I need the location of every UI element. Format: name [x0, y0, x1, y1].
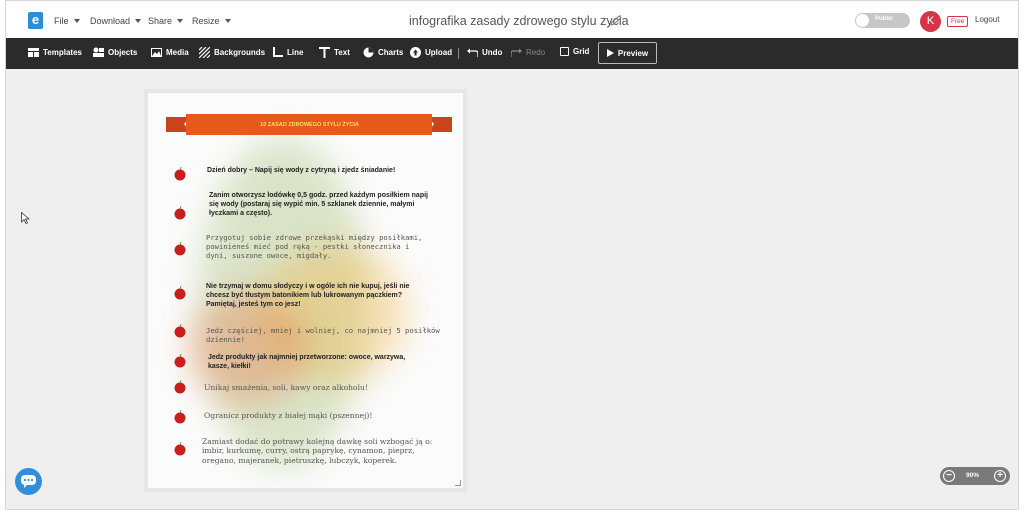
apple-icon: [174, 324, 186, 338]
infographic-page[interactable]: 10 ZASAD ZDROWEGO STYLU ŻYCIA Dzień dobr…: [144, 89, 467, 492]
backgrounds-icon: [199, 47, 210, 58]
apple-icon: [174, 286, 186, 300]
undo-label: Undo: [482, 48, 503, 57]
apple-icon: [174, 242, 186, 256]
zoom-level: 90%: [966, 472, 980, 479]
share-menu[interactable]: Share: [148, 16, 184, 26]
public-toggle[interactable]: Public: [855, 13, 910, 28]
rule-text[interactable]: Przygotuj sobie zdrowe przekąski między …: [206, 233, 426, 260]
preview-label: Preview: [617, 48, 649, 58]
apple-icon: [174, 167, 186, 181]
objects-icon: [93, 47, 104, 57]
media-button[interactable]: Media: [151, 47, 189, 58]
logo-icon[interactable]: e: [28, 12, 43, 29]
cursor-icon: [21, 212, 30, 224]
resize-menu[interactable]: Resize: [192, 16, 231, 26]
avatar[interactable]: K: [920, 11, 941, 32]
upload-label: Upload: [425, 48, 453, 57]
zoom-in-icon[interactable]: +: [994, 470, 1006, 482]
editor-window: e File Download Share Resize infografika…: [5, 0, 1019, 510]
backgrounds-button[interactable]: Backgrounds: [199, 47, 265, 58]
line-button[interactable]: Line: [272, 47, 303, 58]
grid-checkbox[interactable]: [560, 47, 569, 56]
undo-button[interactable]: Undo: [467, 47, 502, 58]
chat-button[interactable]: [15, 468, 42, 495]
zoom-control: − 90% +: [940, 467, 1010, 485]
public-toggle-label: Public: [875, 16, 894, 22]
text-label: Text: [334, 48, 350, 57]
templates-icon: [28, 48, 39, 57]
top-bar: e File Download Share Resize infografika…: [6, 1, 1018, 38]
chat-icon: [21, 475, 36, 488]
upload-icon: [410, 47, 421, 58]
backgrounds-label: Backgrounds: [214, 48, 266, 57]
document-title[interactable]: infografika zasady zdrowego stylu zycia: [409, 14, 629, 28]
redo-button[interactable]: Redo: [511, 47, 545, 58]
rule-text[interactable]: Unikaj smażenia, soli, kawy oraz alkohol…: [204, 383, 434, 392]
apple-icon: [174, 442, 186, 456]
rule-text[interactable]: Zanim otworzysz lodówkę 0,5 godz. przed …: [209, 192, 429, 218]
text-icon: [319, 47, 330, 58]
rule-text[interactable]: Jedz częściej, mniej i wolniej, co najmn…: [206, 326, 446, 344]
rule-text[interactable]: Jedz produkty jak najmniej przetworzone:…: [208, 354, 428, 372]
apple-icon: [174, 380, 186, 394]
rule-text[interactable]: Zamiast dodać do potrawy kolejną dawkę s…: [202, 437, 442, 465]
file-menu[interactable]: File: [54, 16, 80, 26]
plan-badge[interactable]: Free: [947, 16, 969, 27]
chevron-down-icon: [135, 19, 142, 23]
objects-button[interactable]: Objects: [93, 47, 137, 58]
logout-link[interactable]: Logout: [975, 15, 999, 24]
templates-label: Templates: [43, 48, 82, 57]
text-button[interactable]: Text: [319, 47, 350, 58]
redo-icon: [511, 48, 522, 57]
toolbar: Templates Objects Media Backgrounds Line…: [6, 38, 1018, 69]
pencil-icon[interactable]: [609, 15, 623, 27]
play-icon: [606, 49, 614, 57]
undo-icon: [467, 48, 478, 57]
templates-button[interactable]: Templates: [28, 47, 82, 58]
media-label: Media: [166, 48, 189, 57]
grid-toggle[interactable]: Grid: [560, 47, 589, 56]
file-menu-label: File: [54, 16, 69, 26]
apple-icon: [174, 410, 186, 424]
grid-label: Grid: [573, 47, 590, 56]
rule-text[interactable]: Ogranicz produkty z białej mąki (pszenne…: [204, 411, 434, 420]
line-label: Line: [287, 48, 304, 57]
chevron-down-icon: [224, 19, 231, 23]
redo-label: Redo: [526, 48, 546, 57]
rule-text[interactable]: Nie trzymaj w domu słodyczy i w ogóle ic…: [206, 283, 426, 309]
upload-button[interactable]: Upload: [410, 47, 452, 58]
zoom-out-icon[interactable]: −: [943, 470, 955, 482]
rule-text[interactable]: Dzień dobry – Napij się wody z cytryną i…: [207, 167, 447, 176]
pie-chart-icon: [363, 47, 374, 58]
toolbar-divider: [458, 48, 459, 59]
apple-icon: [174, 206, 186, 220]
download-menu-label: Download: [90, 16, 131, 26]
charts-button[interactable]: Charts: [363, 47, 403, 58]
line-icon: [273, 47, 283, 57]
apple-icon: [174, 354, 186, 368]
resize-handle[interactable]: [455, 480, 461, 486]
download-menu[interactable]: Download: [90, 16, 142, 26]
chevron-down-icon: [177, 19, 184, 23]
preview-button[interactable]: Preview: [598, 42, 657, 64]
charts-label: Charts: [378, 48, 404, 57]
share-menu-label: Share: [148, 16, 173, 26]
toggle-knob: [856, 14, 869, 27]
image-icon: [151, 48, 162, 57]
banner-title: 10 ZASAD ZDROWEGO STYLU ŻYCIA: [260, 122, 359, 128]
resize-menu-label: Resize: [192, 16, 220, 26]
objects-label: Objects: [108, 48, 138, 57]
chevron-down-icon: [73, 19, 80, 23]
